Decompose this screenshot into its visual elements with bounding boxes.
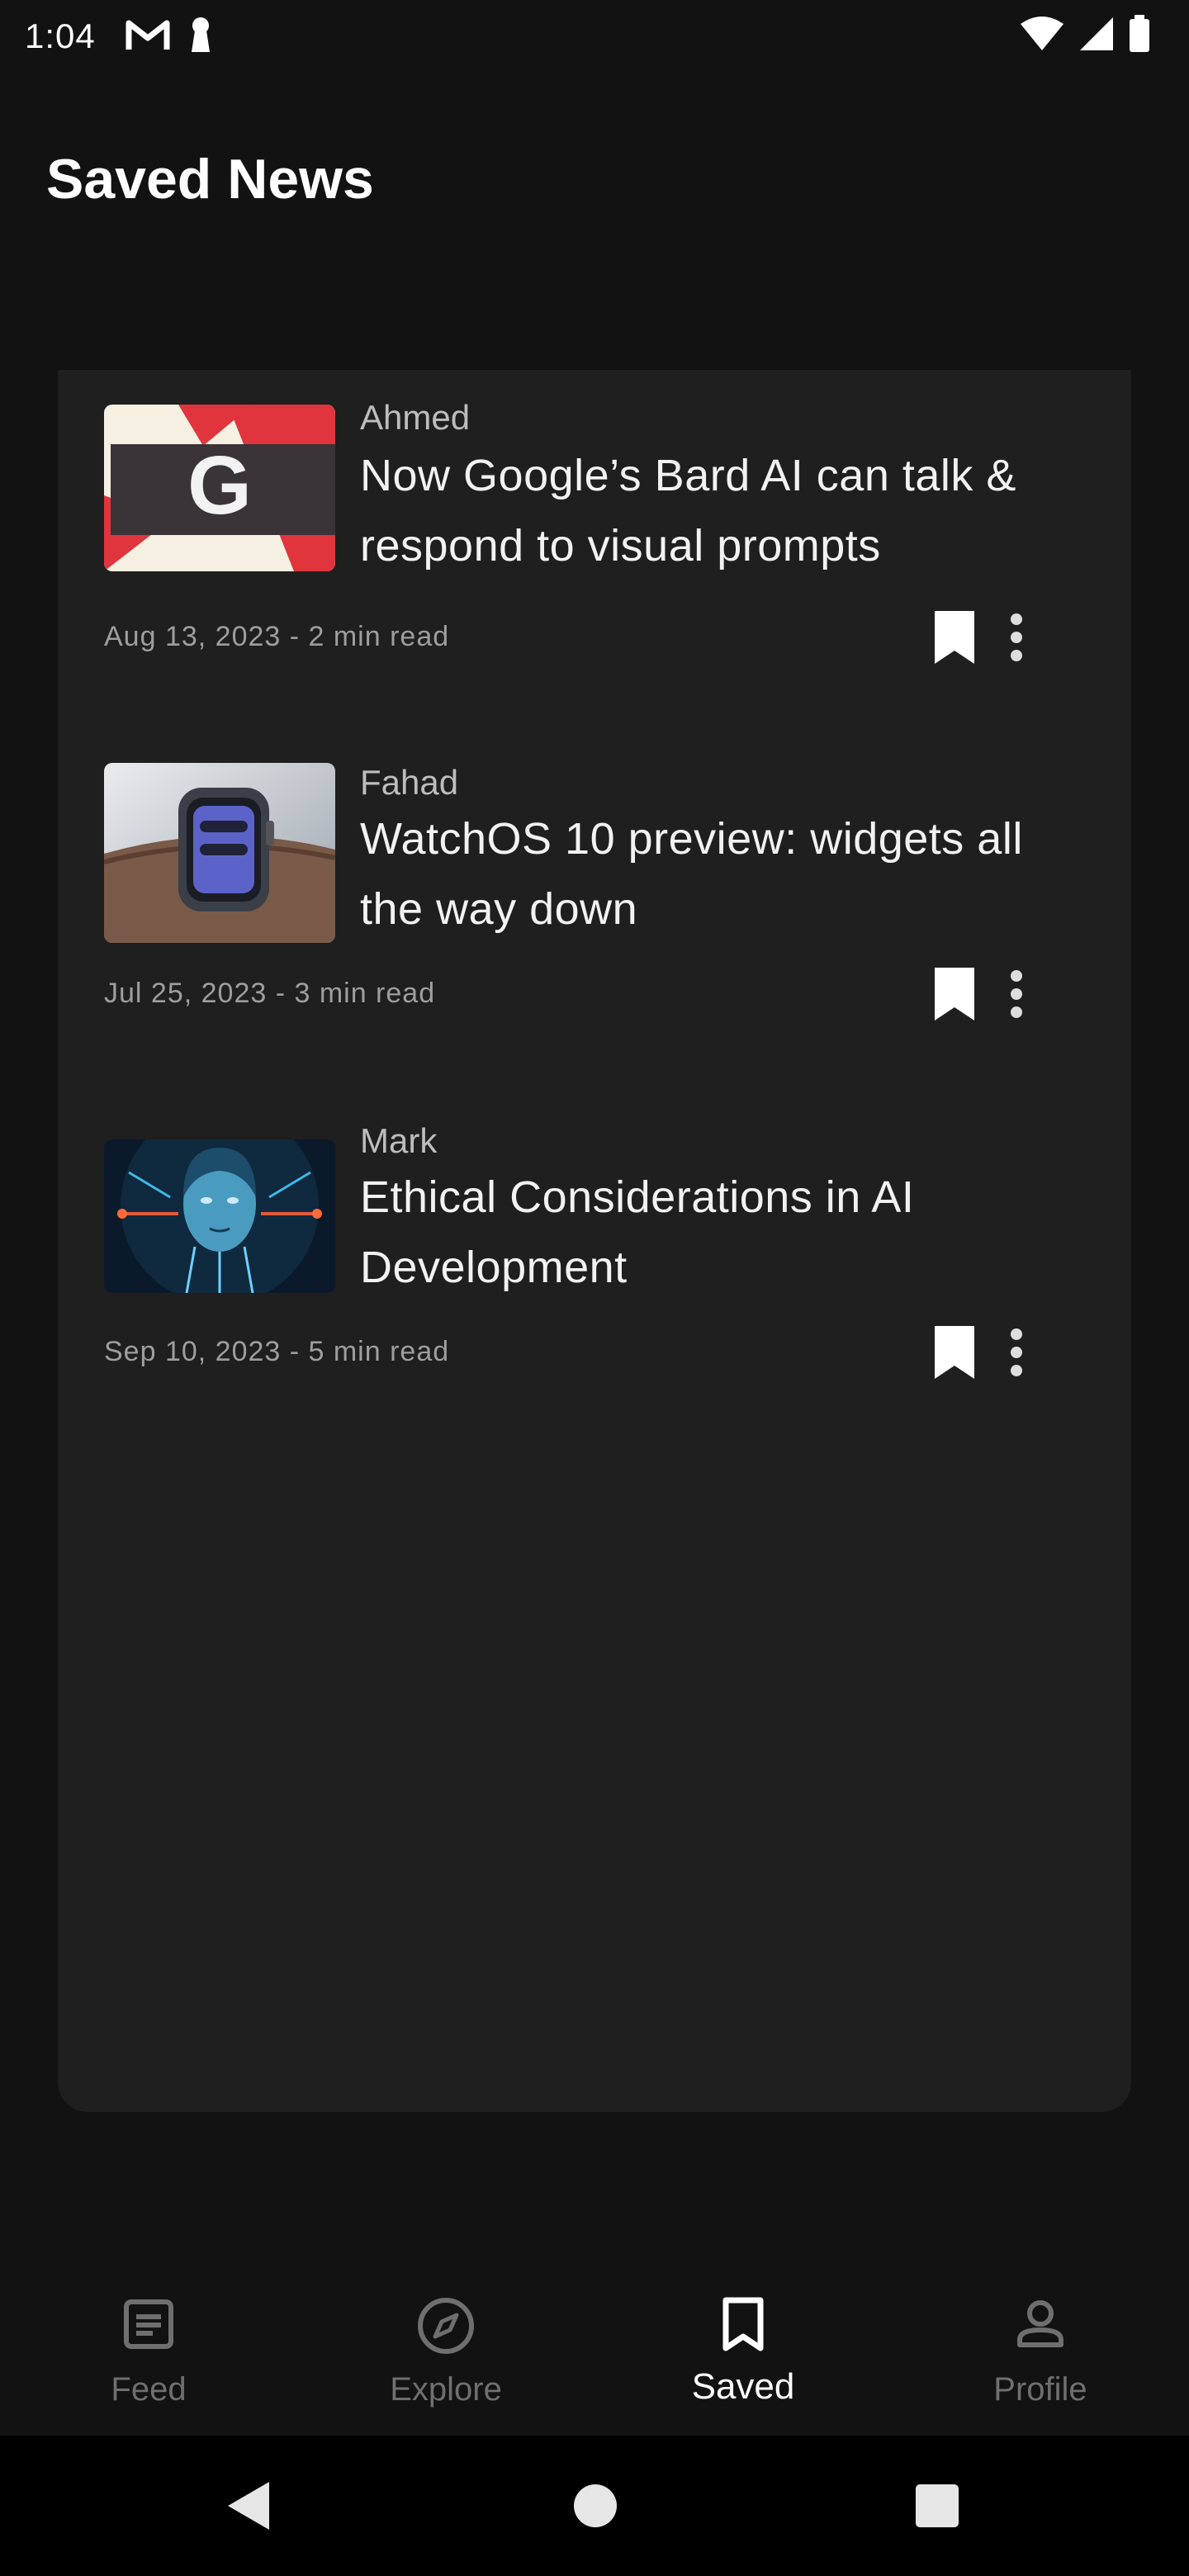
- back-icon[interactable]: [225, 2479, 274, 2537]
- article-headline[interactable]: Ethical Considerations in AI Development: [360, 1163, 1054, 1303]
- wifi-icon: [1019, 16, 1065, 56]
- status-bar: 1:04: [0, 0, 1189, 73]
- bookmark-filled-icon: [935, 611, 974, 664]
- gmail-icon: [126, 18, 170, 55]
- more-vert-icon: [1011, 1328, 1022, 1376]
- thumbnail-logo-letter: G: [187, 439, 252, 532]
- more-options-button[interactable]: [996, 1323, 1037, 1382]
- article-headline[interactable]: Now Google’s Bard AI can talk & respond …: [360, 441, 1054, 581]
- nav-label: Profile: [993, 2371, 1087, 2408]
- article-thumbnail: [104, 763, 335, 943]
- nav-label: Saved: [691, 2366, 795, 2407]
- article-thumbnail: [104, 1139, 335, 1293]
- bottom-nav: Feed Explore Saved Profile: [0, 2262, 1189, 2436]
- article-meta: Jul 25, 2023 - 3 min read: [104, 978, 436, 1009]
- article-item[interactable]: G Ahmed Now Google’s Bard AI can talk & …: [104, 398, 1087, 735]
- more-options-button[interactable]: [996, 608, 1037, 667]
- battery-icon: [1128, 15, 1151, 57]
- page-title: Saved News: [46, 148, 374, 211]
- article-meta: Sep 10, 2023 - 5 min read: [104, 1336, 450, 1367]
- nav-label: Explore: [390, 2371, 502, 2408]
- saved-articles-list: G Ahmed Now Google’s Bard AI can talk & …: [58, 370, 1131, 2112]
- bookmark-icon: [718, 2295, 768, 2357]
- article-headline[interactable]: WatchOS 10 preview: widgets all the way …: [360, 804, 1054, 945]
- article-meta: Aug 13, 2023 - 2 min read: [104, 621, 450, 652]
- person-icon: [1011, 2295, 1069, 2357]
- signal-icon: [1078, 16, 1115, 56]
- article-author: Fahad: [360, 763, 459, 802]
- bookmark-filled-icon: [935, 1326, 974, 1379]
- more-options-button[interactable]: [996, 964, 1037, 1024]
- compass-icon: [415, 2295, 476, 2361]
- more-vert-icon: [1011, 970, 1022, 1018]
- article-icon: [120, 2295, 178, 2357]
- article-item[interactable]: Mark Ethical Considerations in AI Develo…: [104, 1121, 1087, 1470]
- system-nav-bar: [0, 2436, 1189, 2576]
- bookmark-button[interactable]: [930, 608, 979, 667]
- nav-item-profile[interactable]: Profile: [892, 2262, 1189, 2436]
- status-time: 1:04: [25, 17, 96, 55]
- home-icon[interactable]: [573, 2484, 618, 2532]
- bookmark-button[interactable]: [930, 964, 979, 1024]
- article-thumbnail: G: [104, 405, 335, 571]
- nav-item-feed[interactable]: Feed: [0, 2262, 297, 2436]
- article-author: Ahmed: [360, 398, 471, 437]
- article-author: Mark: [360, 1121, 438, 1160]
- more-vert-icon: [1011, 613, 1022, 661]
- nav-item-explore[interactable]: Explore: [297, 2262, 594, 2436]
- nav-item-saved[interactable]: Saved: [594, 2262, 892, 2436]
- recents-icon[interactable]: [915, 2484, 959, 2532]
- nav-label: Feed: [111, 2371, 187, 2408]
- bookmark-filled-icon: [935, 968, 974, 1020]
- article-item[interactable]: Fahad WatchOS 10 preview: widgets all th…: [104, 763, 1087, 1093]
- keyhole-icon: [188, 16, 213, 58]
- bookmark-button[interactable]: [930, 1323, 979, 1382]
